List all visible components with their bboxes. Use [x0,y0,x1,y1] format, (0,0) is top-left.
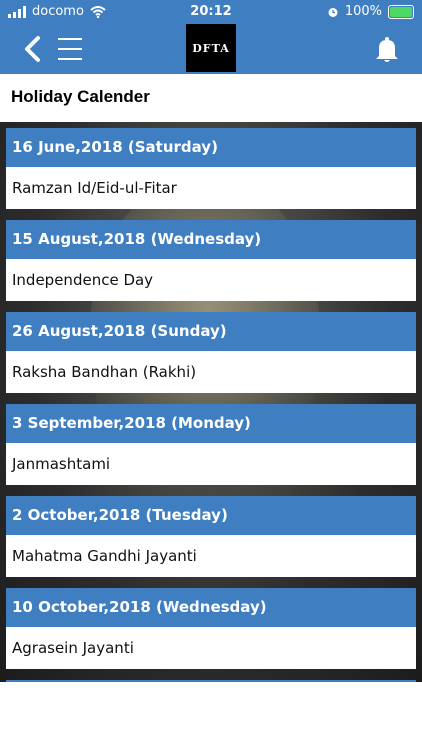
holiday-card[interactable]: 16 June,2018 (Saturday) Ramzan Id/Eid-ul… [6,128,416,209]
holiday-list-area[interactable]: 16 June,2018 (Saturday) Ramzan Id/Eid-ul… [0,122,422,682]
holiday-date: 15 August,2018 (Wednesday) [6,220,416,259]
holiday-name: Mahatma Gandhi Jayanti [6,535,416,577]
holiday-card[interactable]: 15 August,2018 (Wednesday) Independence … [6,220,416,301]
holiday-date: 10 October,2018 (Wednesday) [6,588,416,627]
battery-percent: 100% [344,4,382,19]
page-header: Holiday Calender [0,74,422,122]
alarm-icon [328,7,338,17]
holiday-card[interactable]: 3 September,2018 (Monday) Janmashtami [6,404,416,485]
battery-icon [388,4,414,19]
holiday-name: Independence Day [6,259,416,301]
holiday-list: 16 June,2018 (Saturday) Ramzan Id/Eid-ul… [6,128,416,682]
holiday-date: 3 September,2018 (Monday) [6,404,416,443]
holiday-name: Ramzan Id/Eid-ul-Fitar [6,167,416,209]
holiday-date: 26 August,2018 (Sunday) [6,312,416,351]
app-bar: DFTA [0,24,422,74]
menu-icon[interactable] [56,36,84,62]
page-title: Holiday Calender [11,87,150,106]
back-arrow-icon[interactable] [18,34,48,64]
holiday-date: 16 June,2018 (Saturday) [6,128,416,167]
bottom-blank-area [0,682,422,750]
holiday-card[interactable]: 10 October,2018 (Wednesday) Agrasein Jay… [6,588,416,669]
holiday-card[interactable]: 2 October,2018 (Tuesday) Mahatma Gandhi … [6,496,416,577]
app-logo: DFTA [186,24,236,72]
notification-bell-icon[interactable] [374,36,400,64]
status-right: 100% [327,4,414,19]
holiday-card[interactable]: 26 August,2018 (Sunday) Raksha Bandhan (… [6,312,416,393]
holiday-name: Agrasein Jayanti [6,627,416,669]
holiday-name: Raksha Bandhan (Rakhi) [6,351,416,393]
holiday-name: Janmashtami [6,443,416,485]
status-bar: docomo 20:12 100% [0,0,422,24]
holiday-date: 2 October,2018 (Tuesday) [6,496,416,535]
